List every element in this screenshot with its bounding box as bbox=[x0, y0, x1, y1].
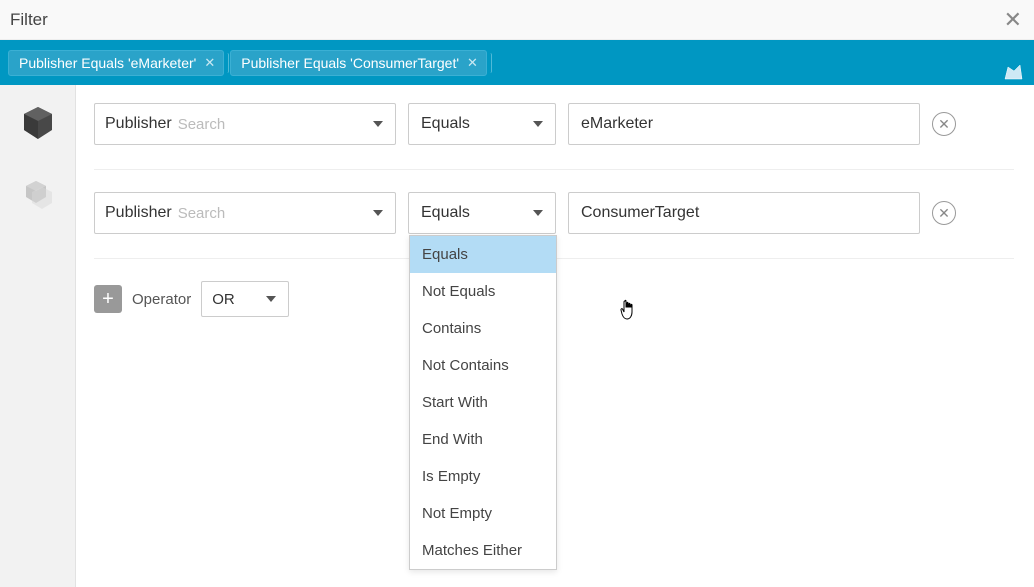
field-selector[interactable]: Publisher bbox=[94, 192, 396, 234]
chevron-down-icon bbox=[373, 210, 383, 216]
operator-option[interactable]: End With bbox=[410, 421, 556, 458]
sidebar-rail bbox=[0, 85, 76, 587]
dialog-body: Publisher Equals ✕ Publisher Equals Equa… bbox=[0, 85, 1034, 587]
close-icon[interactable]: ✕ bbox=[1004, 9, 1022, 31]
filter-builder: Publisher Equals ✕ Publisher Equals Equa… bbox=[76, 85, 1034, 587]
operator-option[interactable]: Not Contains bbox=[410, 347, 556, 384]
chevron-down-icon bbox=[533, 210, 543, 216]
chip-remove-icon[interactable]: ✕ bbox=[204, 55, 215, 71]
chevron-down-icon bbox=[266, 296, 276, 302]
filter-chip[interactable]: Publisher Equals 'ConsumerTarget' ✕ bbox=[230, 50, 487, 76]
cube-stack-icon[interactable] bbox=[18, 175, 58, 215]
operator-selector[interactable]: Equals EqualsNot EqualsContainsNot Conta… bbox=[408, 192, 556, 234]
operator-option[interactable]: Not Equals bbox=[410, 273, 556, 310]
field-label: Publisher bbox=[105, 115, 172, 133]
chip-label: Publisher Equals 'eMarketer' bbox=[19, 55, 196, 71]
filter-value-input[interactable] bbox=[568, 103, 920, 145]
logic-operator-selector[interactable]: OR bbox=[201, 281, 289, 317]
filter-chip-bar: Publisher Equals 'eMarketer' ✕ Publisher… bbox=[0, 40, 1034, 85]
field-label: Publisher bbox=[105, 204, 172, 222]
cursor-hand-icon bbox=[619, 299, 637, 321]
field-search-input[interactable] bbox=[178, 116, 385, 133]
field-search-input[interactable] bbox=[178, 205, 385, 222]
filter-chip[interactable]: Publisher Equals 'eMarketer' ✕ bbox=[8, 50, 224, 76]
dialog-title: Filter bbox=[10, 10, 48, 30]
operator-option[interactable]: Start With bbox=[410, 384, 556, 421]
filter-value-input[interactable] bbox=[568, 192, 920, 234]
chip-remove-icon[interactable]: ✕ bbox=[467, 55, 478, 71]
filter-row: Publisher Equals ✕ bbox=[94, 103, 1014, 170]
remove-row-button[interactable]: ✕ bbox=[932, 112, 956, 136]
field-selector[interactable]: Publisher bbox=[94, 103, 396, 145]
operator-option[interactable]: Not Empty bbox=[410, 495, 556, 532]
operator-option[interactable]: Equals bbox=[410, 236, 556, 273]
sweep-icon[interactable] bbox=[1002, 59, 1026, 83]
operator-value: Equals bbox=[421, 204, 470, 222]
operator-label: Operator bbox=[132, 291, 191, 308]
add-filter-button[interactable]: + bbox=[94, 285, 122, 313]
chip-label: Publisher Equals 'ConsumerTarget' bbox=[241, 55, 459, 71]
remove-row-button[interactable]: ✕ bbox=[932, 201, 956, 225]
operator-selector[interactable]: Equals bbox=[408, 103, 556, 145]
operator-dropdown: EqualsNot EqualsContainsNot ContainsStar… bbox=[409, 235, 557, 570]
filter-row: Publisher Equals EqualsNot EqualsContain… bbox=[94, 192, 1014, 259]
operator-option[interactable]: Contains bbox=[410, 310, 556, 347]
operator-option[interactable]: Is Empty bbox=[410, 458, 556, 495]
chevron-down-icon bbox=[373, 121, 383, 127]
logic-value: OR bbox=[212, 291, 235, 308]
chevron-down-icon bbox=[533, 121, 543, 127]
operator-option[interactable]: Matches Either bbox=[410, 532, 556, 569]
cube-icon[interactable] bbox=[18, 103, 58, 143]
dialog-header: Filter ✕ bbox=[0, 0, 1034, 40]
operator-value: Equals bbox=[421, 115, 470, 133]
